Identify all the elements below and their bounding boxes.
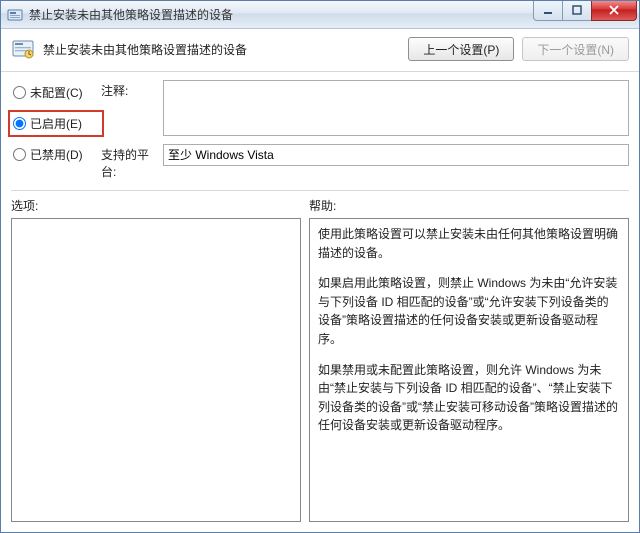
options-pane[interactable] bbox=[11, 218, 301, 522]
platform-label: 支持的平台: bbox=[101, 144, 157, 180]
app-icon bbox=[7, 7, 23, 23]
radio-disabled-label: 已禁用(D) bbox=[30, 146, 83, 163]
config-area: 未配置(C) 已启用(E) 已禁用(D) 注释: 支持的平台: 至少 Windo… bbox=[1, 72, 639, 184]
maximize-button[interactable] bbox=[562, 1, 592, 21]
header-row: 禁止安装未由其他策略设置描述的设备 上一个设置(P) 下一个设置(N) bbox=[1, 29, 639, 72]
radio-not-configured-input[interactable] bbox=[13, 86, 26, 99]
window-controls bbox=[534, 1, 637, 21]
lower-headers: 选项: 帮助: bbox=[1, 191, 639, 218]
comment-input[interactable] bbox=[163, 80, 629, 136]
help-paragraph: 使用此策略设置可以禁止安装未由任何其他策略设置明确描述的设备。 bbox=[318, 225, 620, 262]
help-label: 帮助: bbox=[309, 197, 629, 214]
platform-value: 至少 Windows Vista bbox=[163, 144, 629, 166]
help-paragraph: 如果禁用或未配置此策略设置，则允许 Windows 为未由“禁止安装与下列设备 … bbox=[318, 361, 620, 435]
window-title: 禁止安装未由其他策略设置描述的设备 bbox=[29, 6, 534, 23]
gpedit-policy-dialog: 禁止安装未由其他策略设置描述的设备 禁止安装未由其他策略设 bbox=[0, 0, 640, 533]
help-paragraph: 如果启用此策略设置，则禁止 Windows 为未由“允许安装与下列设备 ID 相… bbox=[318, 274, 620, 348]
radio-not-configured[interactable]: 未配置(C) bbox=[11, 82, 101, 103]
minimize-button[interactable] bbox=[533, 1, 563, 21]
titlebar: 禁止安装未由其他策略设置描述的设备 bbox=[1, 1, 639, 29]
state-radio-group: 未配置(C) 已启用(E) 已禁用(D) bbox=[11, 80, 101, 180]
radio-enabled-input[interactable] bbox=[13, 117, 26, 130]
radio-enabled[interactable]: 已启用(E) bbox=[11, 113, 101, 134]
comment-label: 注释: bbox=[101, 80, 157, 99]
platform-row: 支持的平台: 至少 Windows Vista bbox=[101, 144, 629, 180]
fields-column: 注释: 支持的平台: 至少 Windows Vista bbox=[101, 80, 629, 180]
page-title: 禁止安装未由其他策略设置描述的设备 bbox=[43, 41, 400, 58]
radio-enabled-label: 已启用(E) bbox=[30, 115, 82, 132]
close-button[interactable] bbox=[591, 1, 637, 21]
radio-disabled[interactable]: 已禁用(D) bbox=[11, 144, 101, 165]
lower-panes: 使用此策略设置可以禁止安装未由任何其他策略设置明确描述的设备。 如果启用此策略设… bbox=[1, 218, 639, 532]
comment-row: 注释: bbox=[101, 80, 629, 136]
next-setting-button: 下一个设置(N) bbox=[522, 37, 629, 61]
radio-not-configured-label: 未配置(C) bbox=[30, 84, 83, 101]
options-label: 选项: bbox=[11, 197, 309, 214]
help-pane[interactable]: 使用此策略设置可以禁止安装未由任何其他策略设置明确描述的设备。 如果启用此策略设… bbox=[309, 218, 629, 522]
radio-disabled-input[interactable] bbox=[13, 148, 26, 161]
previous-setting-button[interactable]: 上一个设置(P) bbox=[408, 37, 514, 61]
policy-icon bbox=[11, 37, 35, 61]
